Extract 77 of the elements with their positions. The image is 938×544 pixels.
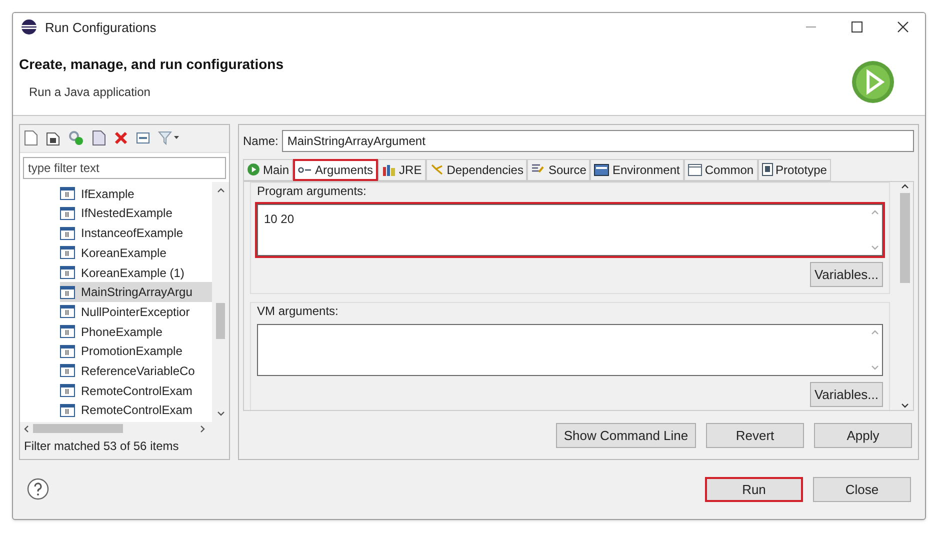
filter-status: Filter matched 53 of 56 items	[24, 438, 179, 455]
scroll-right-icon[interactable]	[200, 424, 205, 433]
dialog-button[interactable]: Variables...	[810, 382, 883, 407]
scroll-down-icon[interactable]	[900, 402, 908, 408]
header-subtitle: Run a Java application	[28, 84, 152, 101]
vertical-scrollbar[interactable]	[212, 182, 229, 422]
config-list-item[interactable]: PhoneExample	[60, 322, 212, 342]
java-app-icon	[60, 344, 75, 358]
window-title: Run Configurations	[45, 18, 158, 37]
config-tab[interactable]: Environment	[590, 158, 684, 181]
scroll-left-icon[interactable]	[24, 424, 29, 433]
group-label: Program arguments:	[257, 182, 368, 200]
config-tab[interactable]: JRE	[378, 158, 426, 181]
delete-icon[interactable]	[114, 131, 128, 146]
config-list-item[interactable]: InstanceofExample	[60, 223, 212, 243]
config-tab[interactable]: Prototype	[758, 158, 831, 181]
window-icon	[688, 164, 702, 176]
config-tab[interactable]: Source	[527, 158, 590, 181]
java-app-icon	[60, 226, 75, 240]
java-app-icon	[60, 187, 75, 200]
config-list-item[interactable]: KoreanExample (1)	[60, 262, 212, 282]
arguments-icon	[298, 164, 312, 175]
dialog-button[interactable]: Apply	[814, 422, 912, 448]
scroll-up-icon[interactable]	[900, 184, 908, 189]
document-icon[interactable]	[92, 130, 106, 146]
dialog-button[interactable]: Run	[705, 476, 803, 502]
prototype-icon	[762, 163, 773, 176]
config-list-item[interactable]: PromotionExample	[60, 341, 212, 362]
maximize-icon[interactable]	[851, 21, 863, 34]
dialog-button[interactable]: Variables...	[810, 262, 883, 287]
config-list-item[interactable]: ReferenceVariableCo	[60, 361, 212, 381]
new-file-icon[interactable]	[24, 130, 38, 146]
scrollbar-thumb[interactable]	[33, 424, 123, 434]
dialog-button[interactable]: Revert	[706, 422, 804, 448]
config-list-item[interactable]: IfNestedExample	[60, 204, 212, 224]
config-list-item[interactable]: IfExample	[60, 184, 212, 204]
scrollbar-thumb[interactable]	[216, 302, 225, 339]
horizontal-scrollbar[interactable]	[20, 422, 229, 436]
java-app-icon	[60, 246, 75, 260]
run-icon	[851, 60, 895, 104]
collapse-icon[interactable]	[136, 131, 150, 146]
name-label: Name:	[243, 132, 278, 150]
java-app-icon	[60, 305, 75, 318]
scroll-up-icon[interactable]	[216, 188, 224, 193]
config-list-item[interactable]: KoreanExample	[60, 243, 212, 263]
java-app-icon	[60, 364, 75, 378]
dependencies-icon	[430, 163, 444, 176]
name-field[interactable]: MainStringArrayArgument	[282, 130, 914, 152]
config-tab[interactable]: Dependencies	[426, 158, 528, 181]
config-list-item[interactable]: RemoteControlExam	[60, 400, 212, 420]
java-app-icon	[60, 325, 75, 338]
scrollbar-thumb[interactable]	[900, 192, 910, 283]
filter-field[interactable]: type filter text	[23, 156, 226, 179]
java-app-icon	[60, 266, 75, 280]
dialog-button[interactable]: Show Command Line	[556, 422, 696, 448]
config-list-item[interactable]: MainStringArrayArgu	[60, 282, 212, 302]
environment-icon	[594, 164, 610, 176]
dialog-button[interactable]: Close	[813, 476, 911, 502]
scroll-down-icon[interactable]	[216, 410, 224, 416]
config-tab[interactable]: Arguments	[293, 158, 378, 181]
app-logo-icon	[21, 19, 37, 36]
duplicate-icon[interactable]	[46, 130, 60, 146]
books-icon	[382, 164, 396, 176]
java-app-icon	[60, 384, 75, 398]
java-app-icon	[60, 404, 75, 417]
java-app-icon	[60, 206, 75, 220]
help-icon[interactable]	[27, 478, 49, 500]
config-tab[interactable]: Main	[243, 158, 294, 181]
group-label: VM arguments:	[257, 302, 340, 320]
java-app-icon	[60, 286, 75, 299]
filter-icon[interactable]	[158, 131, 180, 146]
close-icon[interactable]	[897, 21, 909, 34]
config-list-item[interactable]: RemoteControlExam	[60, 380, 212, 400]
config-tab[interactable]: Common	[684, 158, 758, 181]
header-title: Create, manage, and run configurations	[19, 54, 284, 74]
play-circle-icon	[247, 163, 260, 176]
config-list-item[interactable]: NullPointerExceptior	[60, 302, 212, 322]
